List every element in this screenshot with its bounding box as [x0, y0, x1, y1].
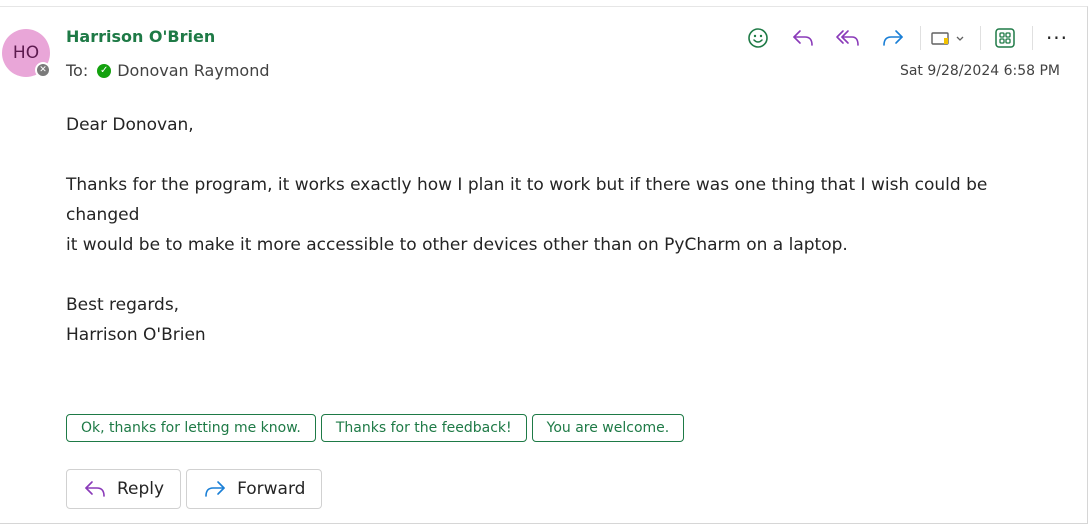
reply-all-icon[interactable] [830, 24, 866, 52]
suggested-reply-1[interactable]: Ok, thanks for letting me know. [66, 414, 316, 442]
suggested-reply-2[interactable]: Thanks for the feedback! [320, 414, 527, 442]
suggested-reply-3[interactable]: You are welcome. [531, 414, 685, 442]
body-line-1: Thanks for the program, it works exactly… [66, 175, 988, 225]
toolbar-divider [920, 26, 921, 50]
message-toolbar: ··· [740, 24, 1084, 52]
email-timestamp: Sat 9/28/2024 6:58 PM [899, 63, 1060, 79]
sender-name[interactable]: Harrison O'Brien [66, 27, 215, 46]
signature: Harrison O'Brien [66, 325, 206, 345]
to-label: To: [66, 61, 89, 80]
recipient-name[interactable]: Donovan Raymond [117, 61, 269, 80]
more-icon[interactable]: ··· [1039, 24, 1075, 52]
apps-icon[interactable] [987, 24, 1023, 52]
reply-label: Reply [117, 479, 165, 499]
toolbar-divider [980, 26, 981, 50]
toolbar-divider [1032, 26, 1033, 50]
forward-icon[interactable] [875, 24, 911, 52]
reply-icon [85, 481, 105, 497]
reply-actions: Reply Forward [66, 469, 323, 509]
body-line-2: it would be to make it more accessible t… [66, 235, 848, 255]
greeting: Dear Donovan, [66, 115, 194, 135]
suggested-replies: Ok, thanks for letting me know. Thanks f… [66, 414, 685, 442]
to-row: To: ✓ Donovan Raymond [66, 61, 269, 80]
label-icon[interactable] [927, 24, 971, 52]
avatar-initials: HO [12, 43, 40, 63]
emoji-icon[interactable] [740, 24, 776, 52]
reply-button[interactable]: Reply [66, 469, 182, 509]
forward-button[interactable]: Forward [186, 469, 323, 509]
reply-icon[interactable] [785, 24, 821, 52]
available-status-icon: ✓ [97, 63, 112, 78]
forward-icon [205, 481, 225, 497]
forward-label: Forward [237, 479, 306, 499]
presence-icon: ✕ [35, 62, 51, 78]
closing: Best regards, [66, 295, 180, 315]
email-body: Dear Donovan, Thanks for the program, it… [66, 110, 1066, 350]
